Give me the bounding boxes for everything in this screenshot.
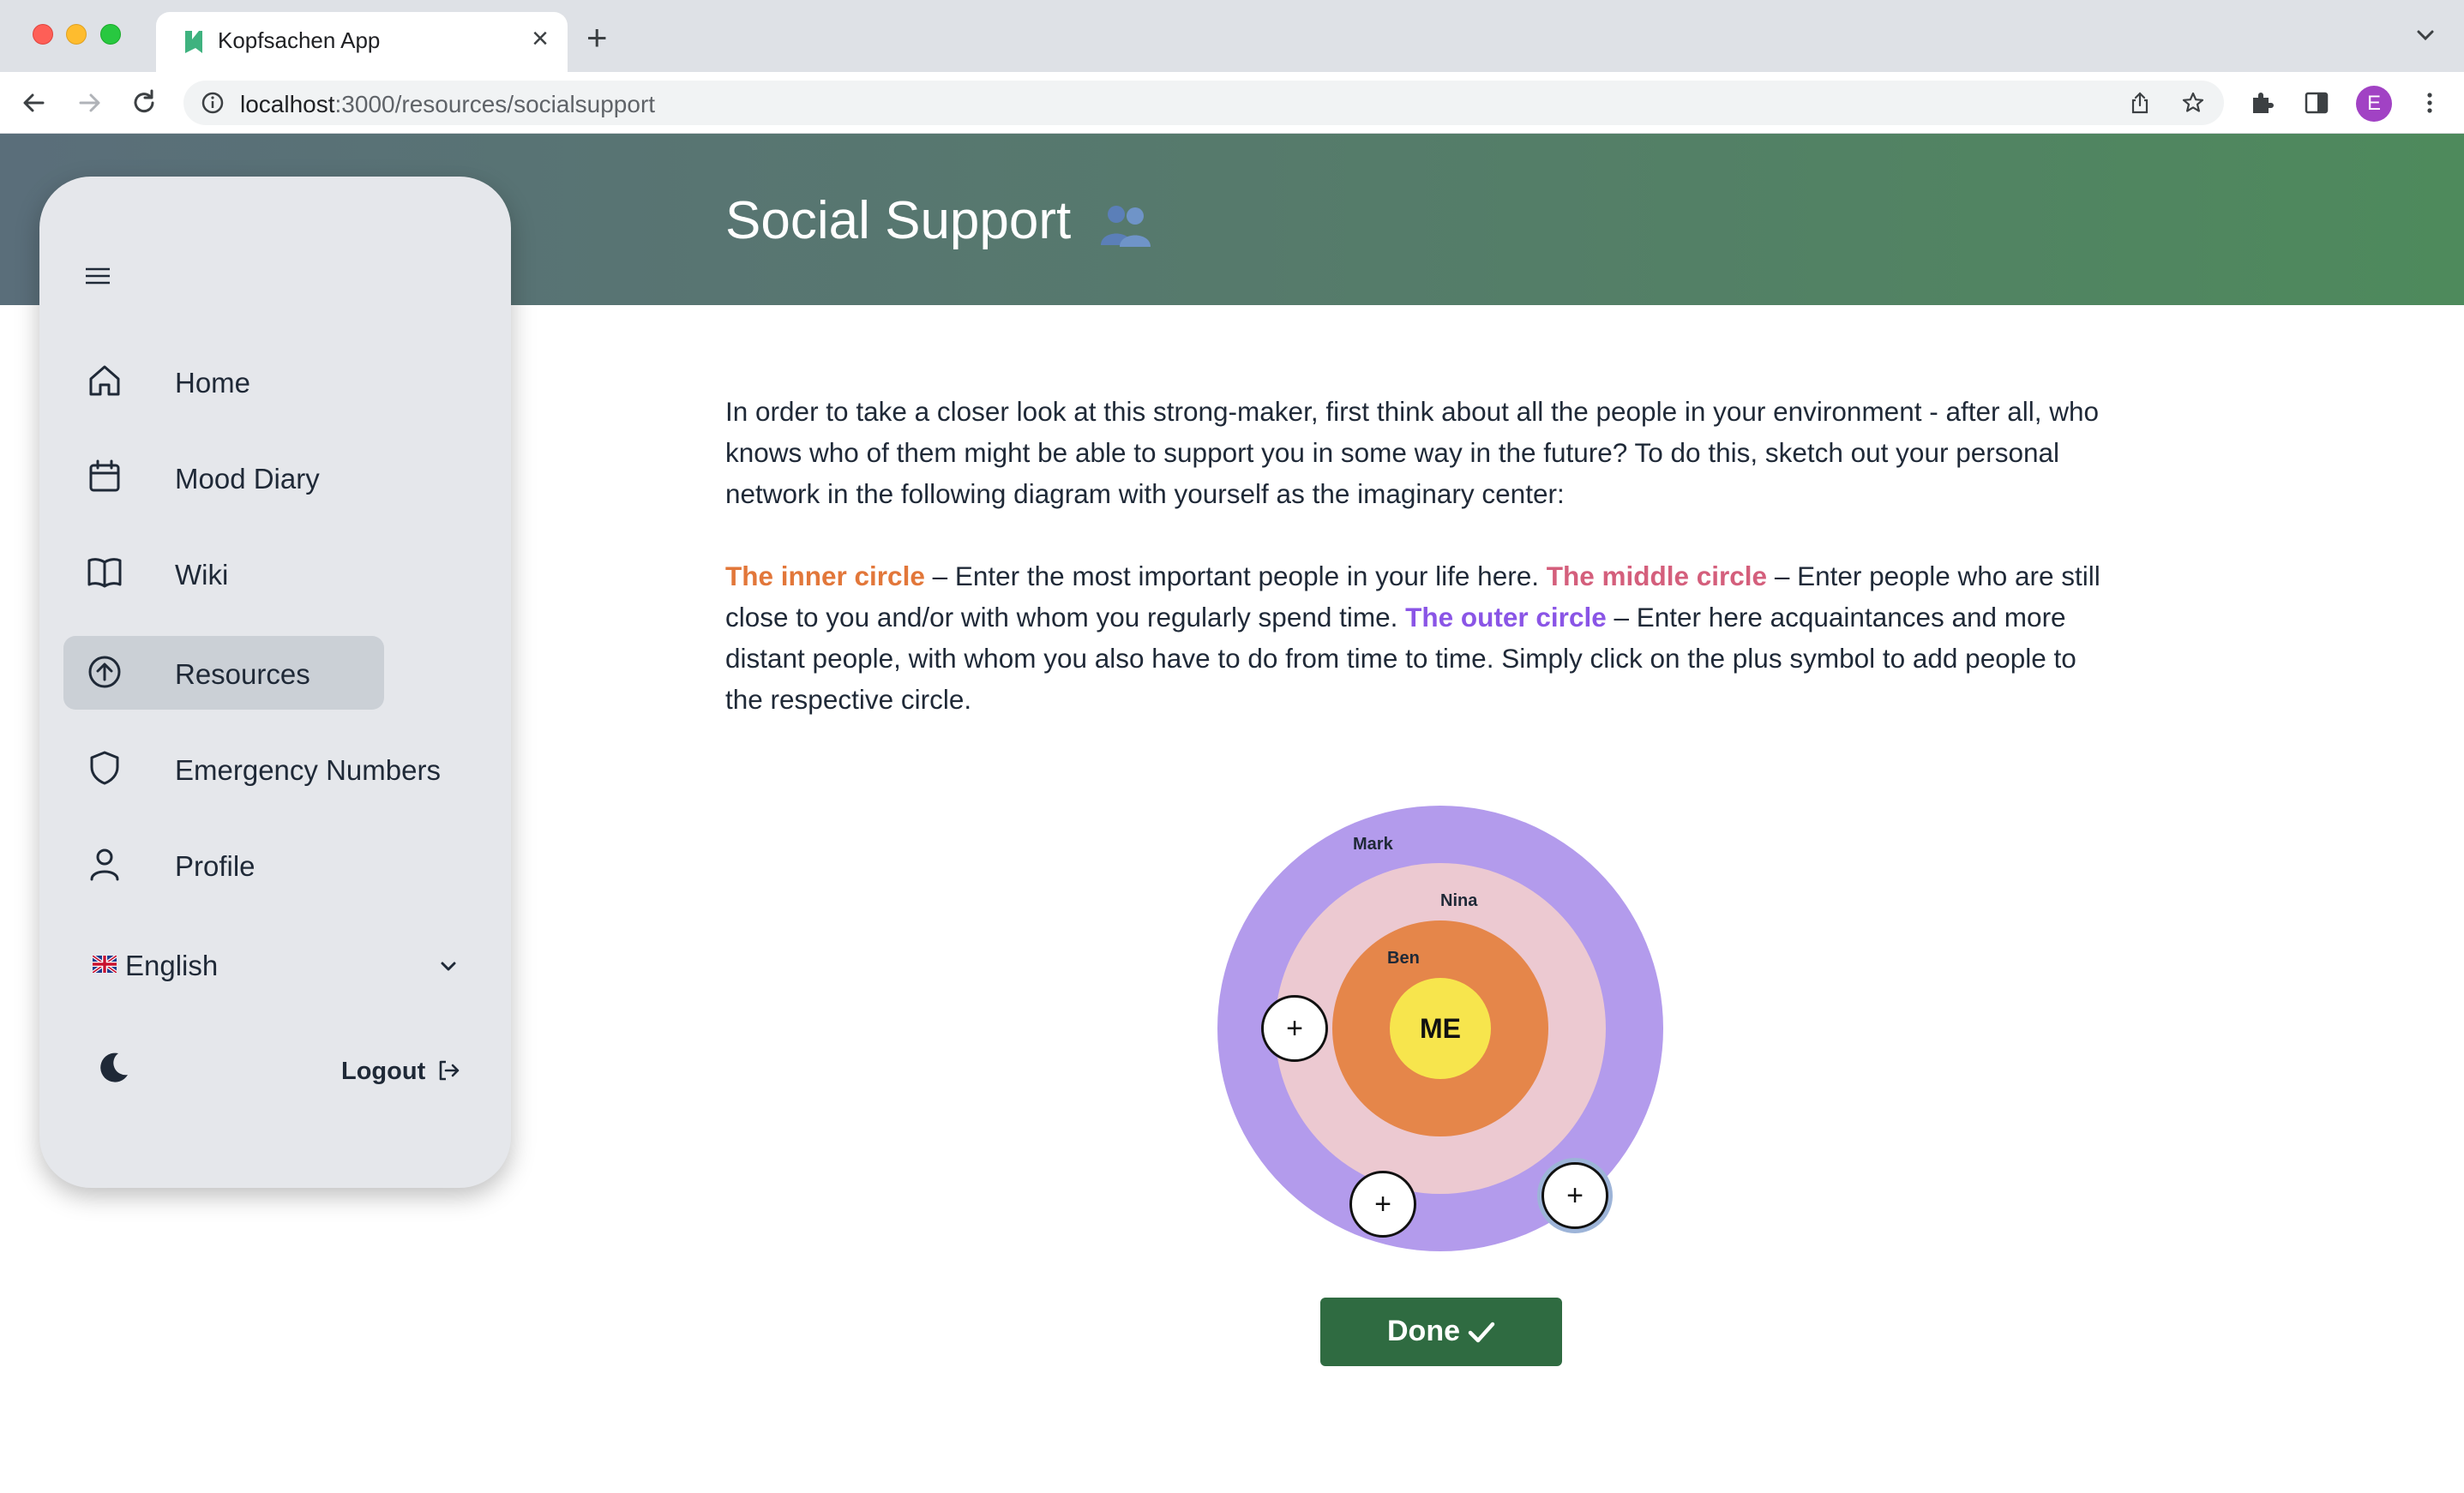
dark-mode-moon-icon[interactable] bbox=[96, 1049, 132, 1085]
done-button[interactable]: Done bbox=[1320, 1298, 1562, 1366]
site-info-icon[interactable] bbox=[201, 91, 225, 115]
new-tab-icon[interactable]: + bbox=[586, 20, 608, 56]
hamburger-menu-icon[interactable] bbox=[84, 264, 111, 288]
inner-circle-text: – Enter the most important people in you… bbox=[924, 561, 1547, 591]
logout-label: Logout bbox=[341, 1058, 426, 1085]
browser-menu-kebab-icon[interactable] bbox=[2416, 89, 2443, 117]
browser-tab[interactable]: Kopfsachen App × bbox=[156, 12, 568, 72]
checkmark-icon bbox=[1468, 1322, 1495, 1343]
chevron-down-icon bbox=[441, 962, 456, 971]
sidebar-item-label: Emergency Numbers bbox=[175, 754, 441, 786]
browser-toolbar: localhost:3000/resources/socialsupport E bbox=[0, 72, 2464, 134]
window-minimize-button[interactable] bbox=[66, 24, 87, 45]
bookmark-star-icon[interactable] bbox=[2181, 91, 2205, 115]
sidebar-item-mood-diary[interactable]: Mood Diary bbox=[63, 441, 384, 514]
page-title-text: Social Support bbox=[725, 191, 1072, 250]
sidebar-item-label: Resources bbox=[175, 658, 310, 690]
calendar-icon bbox=[89, 459, 120, 492]
language-select[interactable]: English bbox=[93, 944, 461, 987]
outer-circle-label: The outer circle bbox=[1405, 602, 1607, 633]
sidebar-item-label: Home bbox=[175, 367, 251, 399]
social-circles-diagram: Mark Nina Ben ME + + + bbox=[1209, 797, 1672, 1260]
url-text: localhost:3000/resources/socialsupport bbox=[240, 91, 655, 118]
middle-circle-person: Nina bbox=[1440, 891, 1478, 910]
extensions-puzzle-icon[interactable] bbox=[2248, 89, 2275, 117]
sidebar-item-wiki[interactable]: Wiki bbox=[63, 537, 384, 610]
url-host: localhost bbox=[240, 91, 335, 117]
circles-explanation-paragraph: The inner circle – Enter the most import… bbox=[725, 555, 2114, 720]
language-label: English bbox=[125, 950, 219, 981]
shield-icon bbox=[90, 751, 119, 785]
window-zoom-button[interactable] bbox=[100, 24, 121, 45]
intro-paragraph: In order to take a closer look at this s… bbox=[725, 396, 2100, 509]
sidebar-item-home[interactable]: Home bbox=[63, 345, 384, 418]
forward-arrow-icon[interactable] bbox=[72, 86, 106, 120]
address-bar[interactable]: localhost:3000/resources/socialsupport bbox=[183, 81, 2224, 125]
sidebar-item-resources[interactable]: Resources bbox=[63, 636, 384, 710]
uk-flag-icon bbox=[93, 956, 117, 973]
app-page: Social Support Home Mood Diary Wiki Reso… bbox=[0, 134, 2464, 1493]
profile-avatar[interactable]: E bbox=[2356, 86, 2392, 122]
sidebar-item-label: Wiki bbox=[175, 559, 229, 591]
add-inner-person-button[interactable]: + bbox=[1349, 1171, 1416, 1238]
tab-search-chevron-icon[interactable] bbox=[2413, 22, 2438, 48]
sidebar-item-label: Profile bbox=[175, 850, 255, 882]
url-path: :3000/resources/socialsupport bbox=[334, 91, 656, 117]
reload-icon[interactable] bbox=[127, 86, 161, 120]
outer-circle-person: Mark bbox=[1353, 835, 1393, 854]
add-middle-person-button[interactable]: + bbox=[1542, 1162, 1608, 1229]
sidebar: Home Mood Diary Wiki Resources Emergency… bbox=[39, 177, 511, 1188]
main-content: In order to take a closer look at this s… bbox=[725, 391, 2114, 720]
window-close-button[interactable] bbox=[33, 24, 53, 45]
browser-tab-bar: Kopfsachen App × + bbox=[0, 0, 2464, 72]
logout-arrow-icon bbox=[439, 1060, 460, 1081]
page-title: Social Support bbox=[725, 190, 1154, 251]
home-icon bbox=[89, 365, 120, 396]
done-button-label: Done bbox=[1387, 1315, 1460, 1347]
sidebar-item-emergency-numbers[interactable]: Emergency Numbers bbox=[63, 732, 441, 806]
inner-circle-label: The inner circle bbox=[725, 561, 925, 591]
logout-button[interactable]: Logout bbox=[341, 1054, 461, 1088]
add-outer-person-button[interactable]: + bbox=[1261, 995, 1328, 1062]
kopfsachen-favicon-icon bbox=[185, 31, 202, 53]
tab-title: Kopfsachen App bbox=[218, 27, 381, 53]
people-silhouette-icon bbox=[1101, 205, 1151, 247]
center-me-label: ME bbox=[1420, 1013, 1461, 1044]
sidebar-item-profile[interactable]: Profile bbox=[63, 828, 384, 902]
share-icon[interactable] bbox=[2128, 91, 2152, 115]
book-icon bbox=[87, 558, 122, 588]
side-panel-icon[interactable] bbox=[2303, 89, 2330, 117]
middle-circle-label: The middle circle bbox=[1546, 561, 1768, 591]
sidebar-item-label: Mood Diary bbox=[175, 463, 320, 495]
tab-close-icon[interactable]: × bbox=[532, 24, 549, 53]
inner-circle-person: Ben bbox=[1387, 949, 1420, 968]
user-icon bbox=[90, 848, 119, 881]
arrow-up-circle-icon bbox=[88, 656, 121, 688]
back-arrow-icon[interactable] bbox=[17, 86, 51, 120]
